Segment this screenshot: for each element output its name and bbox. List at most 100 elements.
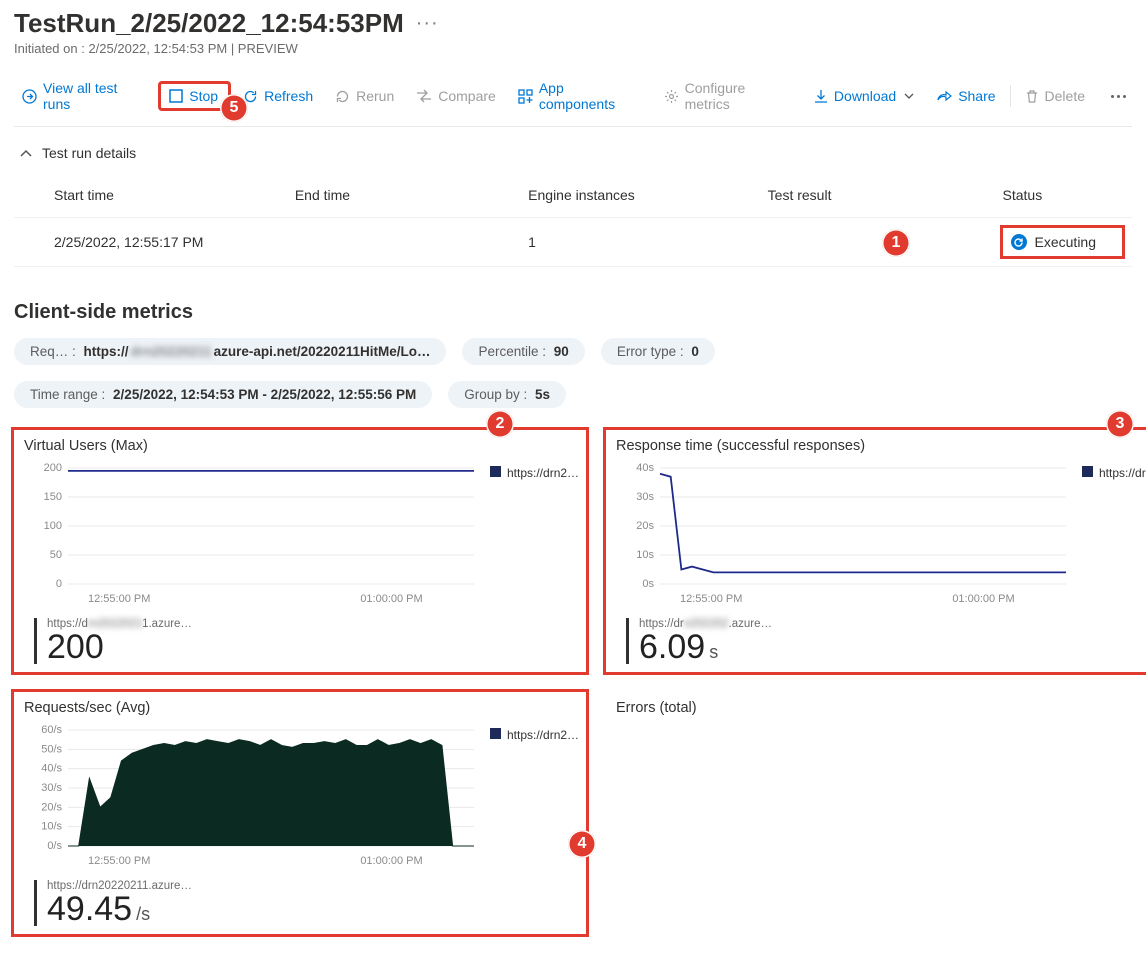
configure-metrics-button: Configure metrics <box>656 76 800 116</box>
svg-text:10s: 10s <box>636 549 654 561</box>
refresh-button[interactable]: Refresh <box>235 84 321 108</box>
svg-text:40/s: 40/s <box>41 763 62 775</box>
svg-text:150: 150 <box>44 491 62 503</box>
svg-text:01:00:00 PM: 01:00:00 PM <box>360 593 422 605</box>
callout-1: 1 <box>882 229 910 257</box>
chevron-down-icon <box>904 93 914 100</box>
filter-group-by[interactable]: Group by : 5s <box>448 381 566 408</box>
filter-time-range[interactable]: Time range : 2/25/2022, 12:54:53 PM - 2/… <box>14 381 432 408</box>
svg-text:60/s: 60/s <box>41 724 62 736</box>
chart-canvas: 0/s10/s20/s30/s40/s50/s60/s12:55:00 PM01… <box>20 724 480 874</box>
gear-icon <box>664 89 679 104</box>
delete-icon <box>1025 89 1039 104</box>
chart-legend: https://drn2… <box>490 462 580 612</box>
cell-status: Executing <box>963 218 1132 267</box>
refresh-label: Refresh <box>264 88 313 104</box>
chart-stat: https://drn20220211.azure… 200 <box>34 618 580 664</box>
callout-3: 3 <box>1106 410 1134 438</box>
svg-text:40s: 40s <box>636 462 654 474</box>
svg-text:01:00:00 PM: 01:00:00 PM <box>360 855 422 867</box>
download-button[interactable]: Download <box>806 84 922 108</box>
callout-5: 5 <box>220 94 248 122</box>
svg-text:01:00:00 PM: 01:00:00 PM <box>952 593 1014 605</box>
chevron-up-icon <box>20 148 32 158</box>
rerun-icon <box>335 89 350 104</box>
col-engines: Engine instances <box>488 179 728 218</box>
chart-errors: Errors (total) <box>606 692 1146 934</box>
svg-text:20/s: 20/s <box>41 801 62 813</box>
chart-stat: https://drn20220211.azure… 49.45/s <box>34 880 580 926</box>
test-run-details-toggle[interactable]: Test run details <box>14 141 1132 175</box>
svg-text:50: 50 <box>50 549 62 561</box>
page-title: TestRun_2/25/2022_12:54:53PM <box>14 8 404 39</box>
delete-label: Delete <box>1045 88 1085 104</box>
share-icon <box>936 89 952 103</box>
svg-text:0: 0 <box>56 578 62 590</box>
svg-text:100: 100 <box>44 520 62 532</box>
svg-text:50/s: 50/s <box>41 743 62 755</box>
chart-title: Errors (total) <box>616 700 1146 716</box>
chart-canvas: 0 50 100 150 200 12:55:00 PM 01:00:00 PM <box>20 462 480 612</box>
app-components-icon <box>518 89 533 104</box>
app-components-label: App components <box>539 80 642 112</box>
app-components-button[interactable]: App components <box>510 76 650 116</box>
delete-button: Delete <box>1017 84 1093 108</box>
filter-request[interactable]: Req… : https:// drn20220211 azure-api.ne… <box>14 338 446 365</box>
col-end: End time <box>255 179 488 218</box>
arrow-right-circle-icon <box>22 89 37 104</box>
view-all-label: View all test runs <box>43 80 146 112</box>
svg-text:0s: 0s <box>642 578 654 590</box>
rerun-label: Rerun <box>356 88 394 104</box>
col-result: Test result <box>728 179 963 218</box>
configure-metrics-label: Configure metrics <box>685 80 792 112</box>
col-start: Start time <box>14 179 255 218</box>
download-label: Download <box>834 88 896 104</box>
title-more-icon[interactable]: ··· <box>416 12 439 35</box>
chart-legend: https://drn2… <box>1082 462 1146 612</box>
svg-text:12:55:00 PM: 12:55:00 PM <box>680 593 742 605</box>
filter-error-type[interactable]: Error type : 0 <box>601 338 715 365</box>
stop-icon <box>169 89 183 103</box>
share-label: Share <box>958 88 995 104</box>
view-all-test-runs-button[interactable]: View all test runs <box>14 76 154 116</box>
details-table: Start time End time Engine instances Tes… <box>14 179 1132 267</box>
chart-response-time: Response time (successful responses) 0s 1… <box>606 430 1146 672</box>
cell-end <box>255 218 488 267</box>
chart-canvas: 0s 10s 20s 30s 40s 12:55:00 PM 01:00:00 PM <box>612 462 1072 612</box>
compare-label: Compare <box>438 88 496 104</box>
col-status: Status <box>963 179 1132 218</box>
download-icon <box>814 89 828 104</box>
callout-4: 4 <box>568 830 596 858</box>
cell-engines: 1 <box>488 218 728 267</box>
svg-text:12:55:00 PM: 12:55:00 PM <box>88 593 150 605</box>
toolbar: View all test runs Stop 5 Refresh Rerun … <box>14 66 1132 127</box>
chart-virtual-users: Virtual Users (Max) 0 50 100 150 200 12:55:00… <box>14 430 586 672</box>
stop-label: Stop <box>189 88 218 104</box>
stop-button[interactable]: Stop <box>160 83 229 109</box>
chart-stat: https://drn202202.azure… 6.09s <box>626 618 1146 664</box>
cell-result <box>728 218 963 267</box>
filter-percentile[interactable]: Percentile : 90 <box>462 338 584 365</box>
svg-text:20s: 20s <box>636 520 654 532</box>
callout-2: 2 <box>486 410 514 438</box>
chart-title: Requests/sec (Avg) <box>24 700 580 716</box>
share-button[interactable]: Share <box>928 84 1003 108</box>
svg-text:30/s: 30/s <box>41 782 62 794</box>
sync-icon <box>1011 234 1027 250</box>
toolbar-more-button[interactable] <box>1105 89 1132 104</box>
client-metrics-header: Client-side metrics <box>14 301 1132 324</box>
chart-legend: https://drn2… <box>490 724 580 874</box>
svg-text:12:55:00 PM: 12:55:00 PM <box>88 855 150 867</box>
svg-text:10/s: 10/s <box>41 821 62 833</box>
status-label: Executing <box>1035 234 1096 250</box>
compare-icon <box>416 89 432 103</box>
chart-title: Response time (successful responses) <box>616 438 1146 454</box>
chart-requests-sec: Requests/sec (Avg) 0/s10/s20/s30/s40/s50… <box>14 692 586 934</box>
details-header-label: Test run details <box>42 145 136 161</box>
chart-title: Virtual Users (Max) <box>24 438 580 454</box>
cell-start: 2/25/2022, 12:55:17 PM <box>14 218 255 267</box>
svg-text:200: 200 <box>44 462 62 474</box>
compare-button: Compare <box>408 84 504 108</box>
svg-text:30s: 30s <box>636 491 654 503</box>
table-row: 2/25/2022, 12:55:17 PM 1 Executing <box>14 218 1132 267</box>
